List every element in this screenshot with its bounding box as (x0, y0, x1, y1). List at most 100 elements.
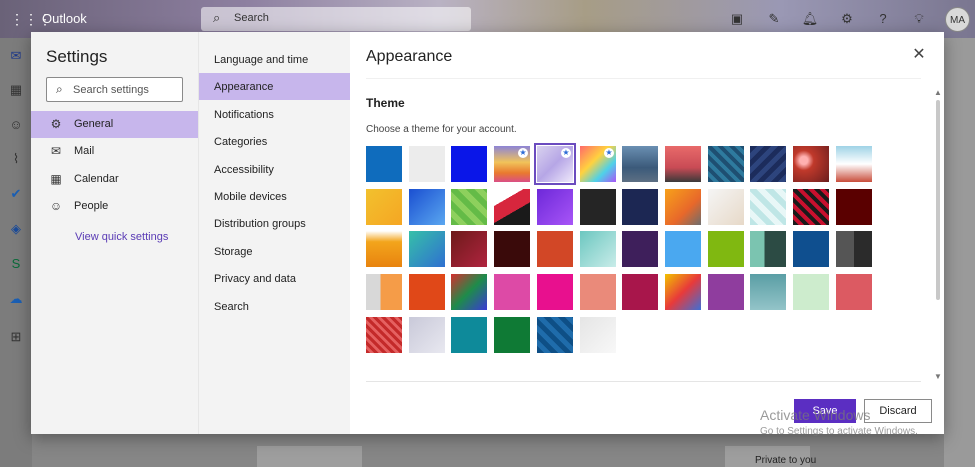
theme-swatch[interactable]: ★ (580, 146, 616, 182)
theme-swatch[interactable]: ★ (494, 146, 530, 182)
theme-swatch[interactable] (665, 146, 701, 182)
theme-swatch[interactable] (494, 189, 530, 225)
theme-swatch[interactable] (494, 274, 530, 310)
theme-swatch[interactable] (451, 146, 487, 182)
theme-swatch[interactable] (708, 146, 744, 182)
theme-swatch[interactable] (409, 146, 445, 182)
mail-icon[interactable]: ✉ (8, 48, 24, 64)
theme-swatch[interactable] (708, 231, 744, 267)
theme-swatch[interactable] (580, 317, 616, 353)
subnav-label: Mobile devices (214, 191, 287, 203)
settings-search-input[interactable] (73, 81, 178, 98)
theme-swatch[interactable] (409, 189, 445, 225)
theme-swatch[interactable] (750, 274, 786, 310)
theme-swatch[interactable] (793, 274, 829, 310)
theme-swatch[interactable] (451, 231, 487, 267)
scrollbar-thumb[interactable] (936, 100, 940, 300)
theme-swatch[interactable] (622, 146, 658, 182)
theme-swatch[interactable] (665, 189, 701, 225)
subnav-distribution-groups[interactable]: Distribution groups (199, 210, 351, 237)
people-icon[interactable]: ☺ (8, 117, 24, 133)
theme-swatch[interactable] (836, 189, 872, 225)
avatar[interactable]: MA (945, 7, 970, 32)
theme-swatch[interactable] (580, 274, 616, 310)
theme-swatch[interactable] (451, 274, 487, 310)
theme-swatch[interactable] (451, 189, 487, 225)
scroll-up-icon[interactable]: ▲ (934, 88, 942, 97)
category-calendar[interactable]: ▦ Calendar (31, 166, 198, 193)
theme-swatch[interactable] (537, 317, 573, 353)
settings-search-box[interactable]: ⌕ (46, 77, 183, 102)
theme-swatch[interactable] (580, 189, 616, 225)
help-icon[interactable]: ? (873, 9, 893, 29)
search-icon: ⌕ (56, 82, 63, 96)
theme-swatch[interactable] (366, 189, 402, 225)
theme-swatch[interactable] (366, 231, 402, 267)
theme-swatch[interactable] (750, 231, 786, 267)
theme-swatch[interactable] (793, 146, 829, 182)
subnav-storage[interactable]: Storage (199, 238, 351, 265)
theme-swatch[interactable] (750, 146, 786, 182)
subnav-accessibility[interactable]: Accessibility (199, 156, 351, 183)
theme-swatch[interactable] (494, 317, 530, 353)
subnav-appearance[interactable]: Appearance (199, 73, 351, 100)
sway-icon[interactable]: S (8, 256, 24, 272)
theme-swatch[interactable] (451, 317, 487, 353)
view-quick-settings-link[interactable]: View quick settings (75, 231, 168, 243)
theme-swatch[interactable] (537, 189, 573, 225)
subnav-privacy-and-data[interactable]: Privacy and data (199, 265, 351, 292)
subnav-categories[interactable]: Categories (199, 128, 351, 155)
divider (366, 78, 921, 79)
theme-swatch[interactable] (622, 189, 658, 225)
meet-now-icon[interactable]: ▣ (727, 9, 747, 29)
theme-swatch[interactable] (622, 274, 658, 310)
theme-swatch[interactable] (409, 317, 445, 353)
my-day-icon[interactable]: ✎ (764, 9, 784, 29)
yammer-icon[interactable]: ◈ (8, 221, 24, 237)
close-icon[interactable]: ✕ (911, 47, 927, 63)
theme-swatch[interactable] (366, 317, 402, 353)
theme-swatch[interactable] (665, 231, 701, 267)
todo-icon[interactable]: ✔ (8, 186, 24, 202)
theme-swatch[interactable] (750, 189, 786, 225)
theme-swatch[interactable] (708, 274, 744, 310)
theme-swatch[interactable] (622, 231, 658, 267)
theme-swatch[interactable] (793, 189, 829, 225)
subnav-language-and-time[interactable]: Language and time (199, 46, 351, 73)
theme-swatch[interactable] (409, 274, 445, 310)
calendar-icon: ▦ (50, 172, 62, 186)
theme-swatch[interactable] (537, 274, 573, 310)
theme-swatch[interactable] (366, 146, 402, 182)
calendar-icon[interactable]: ▦ (8, 82, 24, 98)
lightbulb-icon[interactable]: 💡︎ (909, 9, 929, 29)
discard-button[interactable]: Discard (864, 399, 932, 423)
theme-swatch[interactable] (366, 274, 402, 310)
theme-swatch[interactable] (580, 231, 616, 267)
theme-swatch[interactable] (665, 274, 701, 310)
theme-swatch[interactable] (836, 274, 872, 310)
bell-icon[interactable]: 🔔︎ (800, 9, 820, 29)
category-general[interactable]: ⚙ General (31, 111, 198, 138)
theme-swatch[interactable] (708, 189, 744, 225)
onedrive-icon[interactable]: ☁ (8, 291, 24, 307)
theme-swatch[interactable]: ★ (534, 143, 576, 185)
app-title[interactable]: Outlook (42, 11, 87, 26)
theme-swatch[interactable] (793, 231, 829, 267)
gear-icon[interactable]: ⚙ (837, 9, 857, 29)
mail-icon: ✉ (50, 144, 62, 158)
subnav-search[interactable]: Search (199, 293, 351, 320)
apps-icon[interactable]: ⊞ (8, 329, 24, 345)
app-launcher-icon[interactable]: ⋮⋮⋮ (10, 11, 52, 27)
theme-swatch[interactable] (494, 231, 530, 267)
scroll-down-icon[interactable]: ▼ (934, 372, 942, 381)
theme-swatch[interactable] (409, 231, 445, 267)
attach-icon[interactable]: ⌇ (8, 151, 24, 167)
theme-swatch[interactable] (836, 231, 872, 267)
theme-swatch[interactable] (537, 231, 573, 267)
subnav-mobile-devices[interactable]: Mobile devices (199, 183, 351, 210)
subnav-notifications[interactable]: Notifications (199, 101, 351, 128)
category-mail[interactable]: ✉ Mail (31, 138, 198, 165)
theme-swatch[interactable] (836, 146, 872, 182)
top-search-box[interactable]: ⌕ Search (201, 7, 471, 31)
category-people[interactable]: ☺ People (31, 193, 198, 220)
